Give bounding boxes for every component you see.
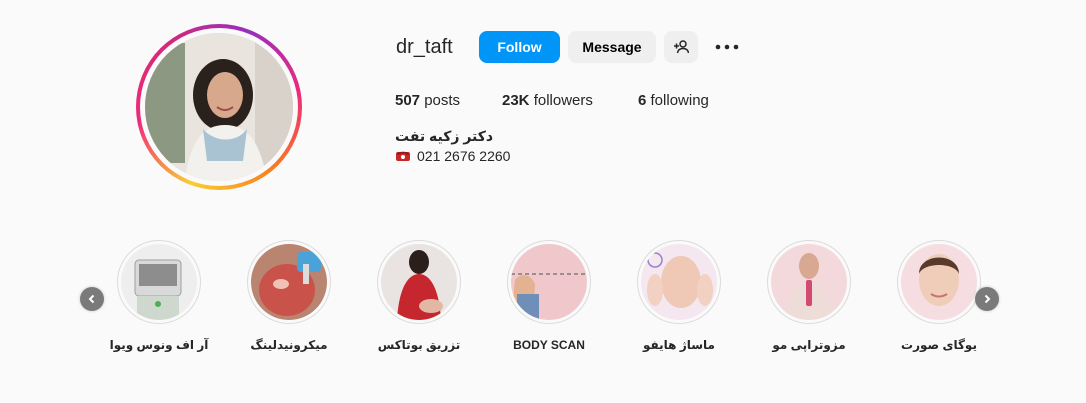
profile-username: dr_taft xyxy=(396,36,453,58)
highlights-next-button[interactable] xyxy=(975,287,999,311)
posts-stat: 507 posts xyxy=(395,92,460,109)
highlight-cover xyxy=(771,244,847,320)
following-label: following xyxy=(650,92,709,109)
highlight-cover xyxy=(511,244,587,320)
highlight-item[interactable]: آر اف ونوس ویوا xyxy=(94,240,224,352)
bio-full-name: دکتر زکیه تفت xyxy=(395,128,494,144)
following-stat[interactable]: 6 following xyxy=(638,92,709,109)
followers-stat[interactable]: 23K followers xyxy=(502,92,593,109)
more-options-icon xyxy=(715,44,739,50)
profile-page: dr_taft Follow Message 507 posts 23K fol… xyxy=(0,0,1086,403)
highlight-cover xyxy=(251,244,327,320)
posts-count: 507 xyxy=(395,92,421,109)
highlight-item[interactable]: ماساژ هایفو xyxy=(614,240,744,352)
highlight-label: ماساژ هایفو xyxy=(643,338,715,352)
followers-label: followers xyxy=(533,92,593,109)
highlight-item[interactable]: تزریق بوتاکس xyxy=(354,240,484,352)
avatar-photo-illustration xyxy=(145,33,293,181)
highlight-cover xyxy=(901,244,977,320)
highlight-label: تزریق بوتاکس xyxy=(377,338,461,352)
follow-button[interactable]: Follow xyxy=(479,31,560,63)
person-add-icon xyxy=(674,40,689,54)
profile-avatar xyxy=(145,33,293,181)
followers-count: 23K xyxy=(502,92,530,109)
highlight-label: میکرونیدلینگ xyxy=(250,338,328,352)
highlight-label: یوگای صورت xyxy=(901,338,977,352)
telephone-icon xyxy=(396,151,410,161)
following-count: 6 xyxy=(638,92,647,109)
suggested-accounts-button[interactable] xyxy=(664,31,698,63)
highlight-label: BODY SCAN xyxy=(513,338,585,352)
highlight-cover xyxy=(641,244,717,320)
highlight-cover xyxy=(381,244,457,320)
more-options-button[interactable] xyxy=(712,36,742,58)
message-button[interactable]: Message xyxy=(568,31,656,63)
posts-label: posts xyxy=(424,92,461,109)
highlight-label: مزوتراپی مو xyxy=(772,338,846,352)
bio-phone: 021 2676 2260 xyxy=(395,148,510,164)
highlight-cover xyxy=(121,244,197,320)
highlight-item[interactable]: BODY SCAN xyxy=(484,240,614,352)
highlight-label: آر اف ونوس ویوا xyxy=(109,338,209,352)
profile-avatar-story-ring[interactable] xyxy=(136,24,302,190)
highlight-item[interactable]: مزوتراپی مو xyxy=(744,240,874,352)
highlight-item[interactable]: میکرونیدلینگ xyxy=(224,240,354,352)
bio-phone-number: 021 2676 2260 xyxy=(417,148,511,164)
chevron-right-icon xyxy=(984,294,991,304)
